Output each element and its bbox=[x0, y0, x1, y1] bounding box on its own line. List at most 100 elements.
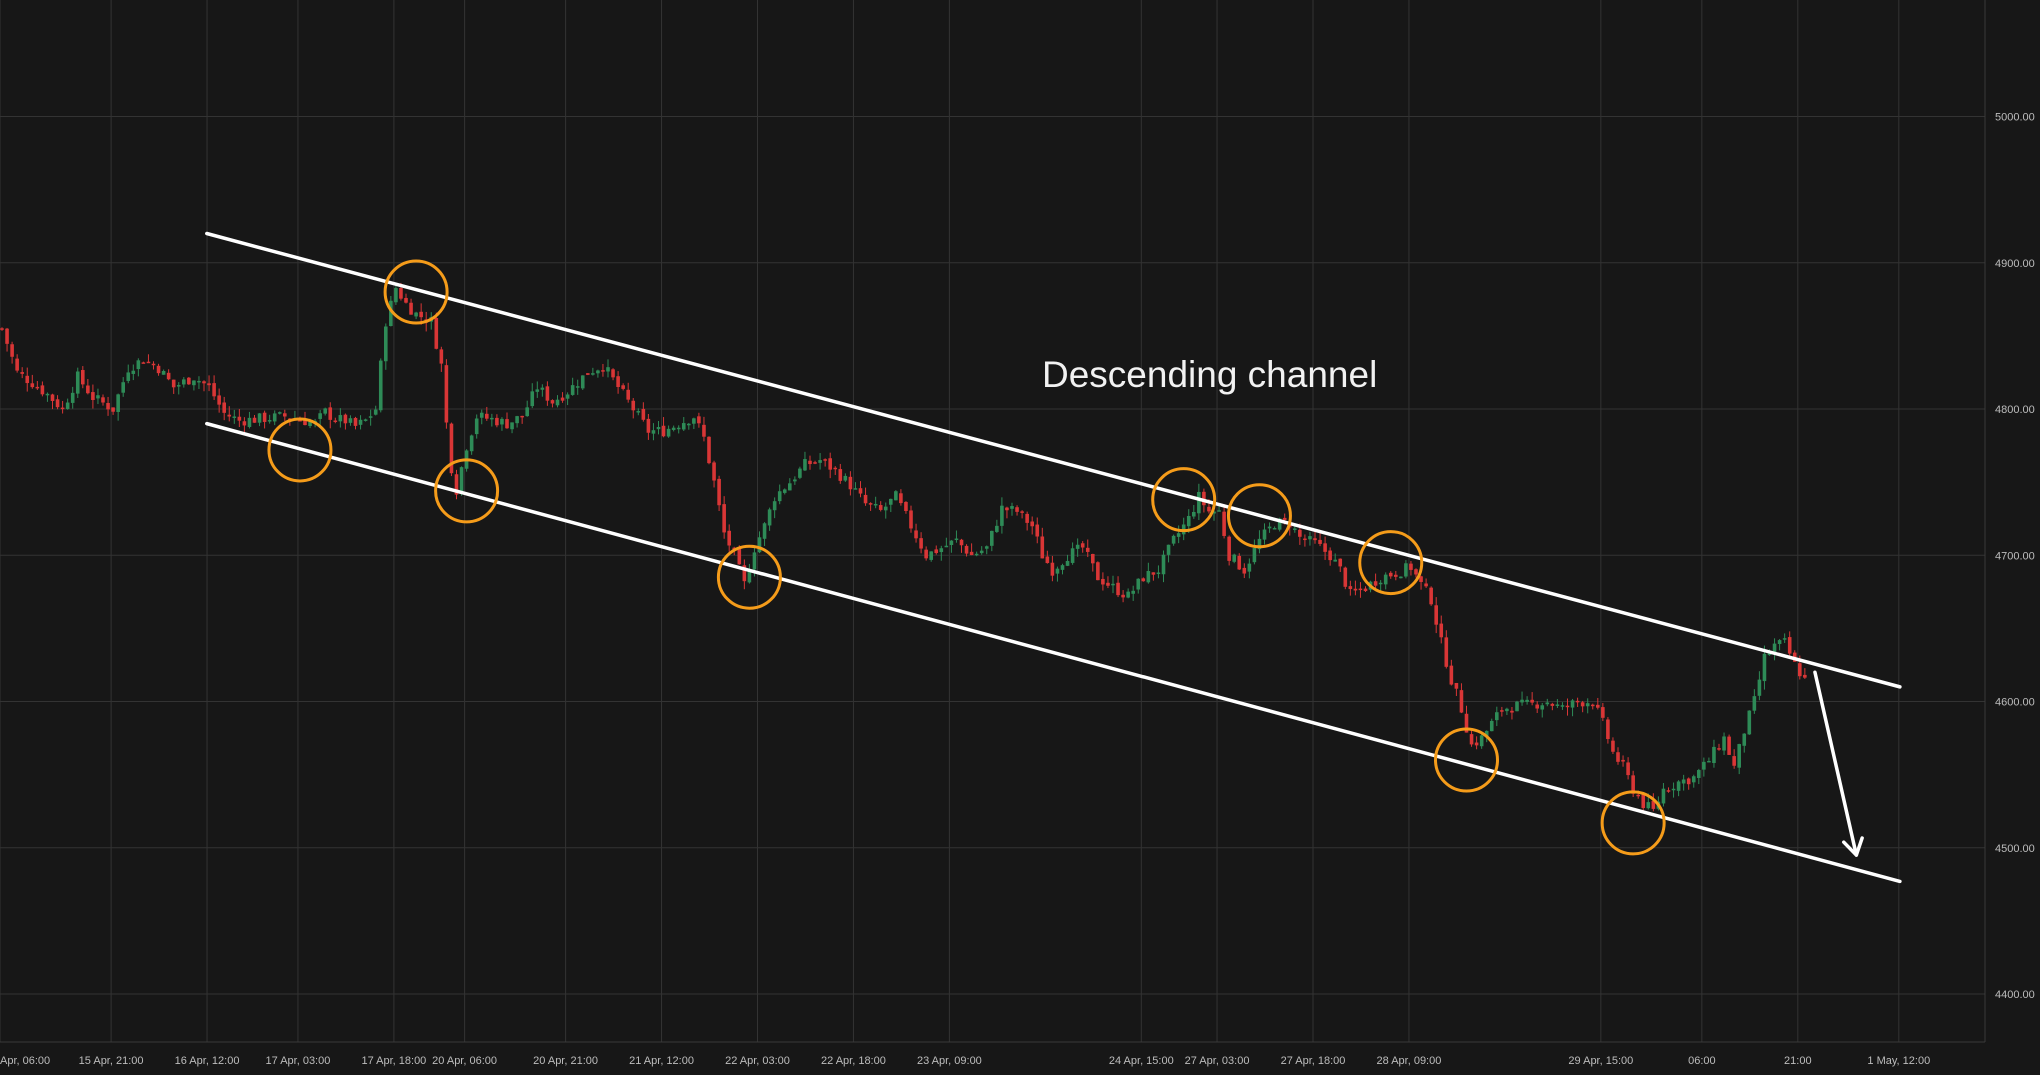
candle-body bbox=[813, 462, 817, 464]
time-tick-label: 24 Apr, 15:00 bbox=[1109, 1055, 1174, 1067]
time-tick-label: 22 Apr, 03:00 bbox=[725, 1055, 790, 1067]
candle-body bbox=[777, 491, 782, 502]
time-tick-label: 23 Apr, 09:00 bbox=[917, 1055, 982, 1067]
candle-body bbox=[828, 458, 832, 470]
candle-body bbox=[1545, 702, 1550, 705]
candle-body bbox=[868, 503, 873, 505]
candle-body bbox=[50, 394, 55, 401]
candle-body bbox=[853, 488, 858, 490]
candle-body bbox=[707, 436, 711, 464]
candle-body bbox=[904, 501, 908, 511]
candle-body bbox=[1747, 710, 1752, 735]
candle-body bbox=[727, 530, 731, 546]
time-tick-label: 1 May, 12:00 bbox=[1867, 1055, 1930, 1067]
candle-body bbox=[1459, 690, 1464, 713]
candle-body bbox=[474, 418, 479, 435]
candle-body bbox=[1045, 556, 1050, 564]
candle-body bbox=[702, 424, 706, 437]
candle-body bbox=[227, 414, 232, 417]
price-tick-label: 4400.00 bbox=[1995, 989, 2035, 1001]
price-tick-label: 4500.00 bbox=[1995, 843, 2035, 855]
candle-body bbox=[722, 504, 726, 533]
candle-body bbox=[591, 373, 595, 375]
candle-body bbox=[1136, 578, 1141, 590]
candle-body bbox=[444, 365, 449, 423]
candle-body bbox=[1015, 507, 1019, 512]
candle-body bbox=[1681, 779, 1686, 784]
candle-body bbox=[363, 419, 368, 421]
price-tick-label: 4800.00 bbox=[1995, 404, 2035, 416]
candle-body bbox=[459, 467, 464, 493]
candle-body bbox=[1429, 587, 1433, 605]
candle-body bbox=[616, 376, 620, 388]
candle-body bbox=[1338, 558, 1343, 567]
candle-body bbox=[833, 467, 838, 470]
candle-body bbox=[550, 400, 555, 404]
candle-body bbox=[121, 382, 125, 393]
candle-body bbox=[757, 537, 762, 553]
candle-body bbox=[116, 394, 120, 412]
candle-body bbox=[1005, 507, 1009, 511]
candle-body bbox=[788, 483, 792, 491]
candle-body bbox=[197, 380, 201, 383]
candle-body bbox=[1434, 605, 1438, 625]
candle-body bbox=[1156, 572, 1161, 575]
candle-body bbox=[924, 549, 928, 559]
candle-body bbox=[540, 387, 545, 390]
candle-body bbox=[954, 538, 959, 541]
candle-body bbox=[520, 415, 524, 418]
candle-body bbox=[1010, 506, 1014, 509]
candle-body bbox=[81, 370, 85, 385]
candle-body bbox=[1474, 742, 1479, 746]
time-tick-label: 27 Apr, 18:00 bbox=[1281, 1055, 1346, 1067]
candle-body bbox=[247, 417, 252, 427]
candle-body bbox=[717, 478, 721, 506]
candle-body bbox=[687, 423, 691, 426]
candle-body bbox=[1242, 567, 1247, 574]
candle-body bbox=[111, 407, 115, 412]
candle-body bbox=[106, 402, 110, 410]
candle-body bbox=[1151, 572, 1156, 575]
candle-body bbox=[60, 407, 65, 410]
candle-body bbox=[146, 361, 151, 364]
candle-body bbox=[1363, 588, 1368, 592]
candle-body bbox=[697, 416, 701, 424]
candle-body bbox=[394, 288, 398, 303]
candle-body bbox=[575, 386, 580, 388]
candle-body bbox=[929, 551, 933, 560]
candle-body bbox=[1121, 594, 1125, 598]
candle-body bbox=[91, 392, 95, 400]
time-tick-label: 17 Apr, 18:00 bbox=[361, 1055, 426, 1067]
candle-body bbox=[338, 415, 343, 422]
candle-body bbox=[1404, 563, 1408, 577]
time-tick-label: 27 Apr, 03:00 bbox=[1185, 1055, 1250, 1067]
candle-body bbox=[222, 402, 226, 413]
candle-body bbox=[1444, 637, 1449, 667]
candle-body bbox=[323, 408, 327, 414]
price-tick-label: 4600.00 bbox=[1995, 697, 2035, 709]
candle-body bbox=[25, 375, 30, 384]
candle-body bbox=[96, 395, 100, 399]
candle-body bbox=[252, 417, 257, 423]
candle-body bbox=[772, 501, 777, 511]
candle-body bbox=[1616, 752, 1620, 762]
candle-body bbox=[606, 367, 610, 372]
candle-body bbox=[545, 386, 550, 401]
candle-body bbox=[479, 412, 484, 418]
candle-body bbox=[333, 420, 338, 423]
candle-body bbox=[1308, 536, 1312, 540]
candle-body bbox=[262, 412, 267, 422]
candle-body bbox=[1116, 582, 1120, 596]
candle-body bbox=[510, 422, 514, 430]
candle-body bbox=[1520, 699, 1524, 703]
candle-body bbox=[1626, 762, 1630, 776]
candle-body bbox=[525, 407, 529, 417]
candle-body bbox=[843, 475, 848, 481]
candle-body bbox=[10, 344, 14, 357]
candle-body bbox=[1050, 562, 1055, 576]
candle-body bbox=[949, 540, 954, 545]
candle-body bbox=[1550, 703, 1555, 706]
candle-body bbox=[126, 372, 131, 381]
candle-body bbox=[1469, 734, 1474, 745]
candle-body bbox=[1222, 511, 1226, 536]
